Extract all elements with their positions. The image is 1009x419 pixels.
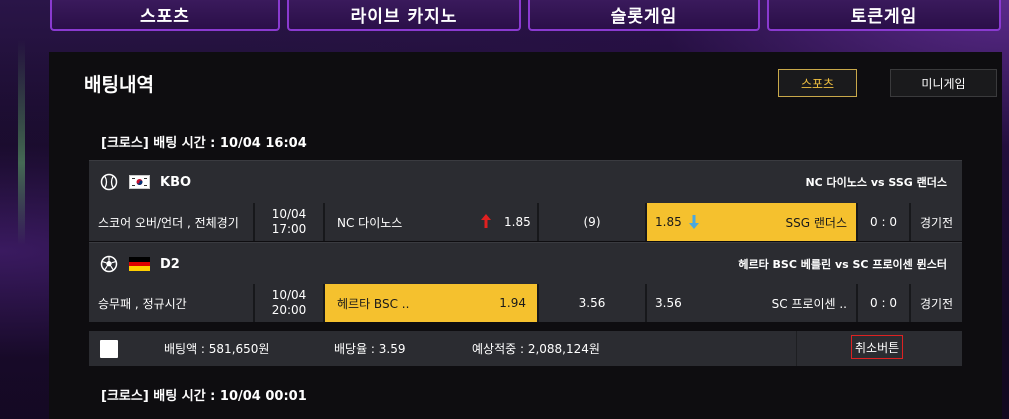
top-navigation: 스포츠 라이브 카지노 슬롯게임 토큰게임 bbox=[48, 0, 1009, 34]
decorative-light-bar bbox=[18, 40, 25, 245]
league-name: D2 bbox=[160, 256, 180, 272]
match-title: NC 다이노스 vs SSG 랜더스 bbox=[805, 176, 947, 189]
match-title: 헤르타 BSC 베를린 vs SC 프로이센 뮌스터 bbox=[738, 258, 947, 271]
league-name: KBO bbox=[160, 174, 192, 190]
nav-sports[interactable]: 스포츠 bbox=[50, 0, 280, 31]
match-odds-row: 스코어 오버/언더 , 전체경기 10/04 17:00 NC 다이노스 1.8… bbox=[89, 203, 962, 241]
match-score: 0 : 0 bbox=[858, 284, 909, 322]
home-team: 헤르타 BSC .. bbox=[337, 296, 410, 311]
divider bbox=[796, 331, 797, 366]
home-odds: 1.94 bbox=[499, 296, 526, 310]
nav-slot-games[interactable]: 슬롯게임 bbox=[528, 0, 760, 31]
match-time: 20:00 bbox=[271, 303, 307, 317]
nav-token-games[interactable]: 토큰게임 bbox=[767, 0, 1001, 31]
market-type: 승무패 , 정규시간 bbox=[89, 284, 253, 322]
home-odds-button[interactable]: 헤르타 BSC .. 1.94 bbox=[325, 284, 537, 322]
germany-flag-icon bbox=[129, 257, 150, 271]
baseball-icon bbox=[99, 172, 119, 192]
market-type: 스코어 오버/언더 , 전체경기 bbox=[89, 203, 253, 241]
bet-header: [크로스] 배팅 시간 : 10/04 16:04 bbox=[101, 136, 307, 151]
south-korea-flag-icon bbox=[129, 175, 150, 189]
tab-sports[interactable]: 스포츠 bbox=[778, 69, 857, 97]
match-status: 경기전 bbox=[911, 284, 962, 322]
away-odds: 3.56 bbox=[655, 296, 682, 310]
handicap-value: (9) bbox=[539, 203, 645, 241]
match-time: 17:00 bbox=[271, 222, 307, 236]
home-odds-button[interactable]: NC 다이노스 1.85 bbox=[325, 203, 537, 241]
soccer-ball-icon bbox=[99, 254, 119, 274]
league-row: D2 헤르타 BSC 베를린 vs SC 프로이센 뮌스터 bbox=[89, 242, 962, 285]
draw-odds-button[interactable]: 3.56 bbox=[539, 284, 645, 322]
page-title: 배팅내역 bbox=[84, 74, 154, 96]
bet-summary-row: 배팅액 : 581,650원 배당율 : 3.59 예상적중 : 2,088,1… bbox=[89, 331, 962, 366]
home-odds: 1.85 bbox=[504, 215, 531, 229]
match-score: 0 : 0 bbox=[858, 203, 909, 241]
arrow-down-icon bbox=[689, 215, 699, 232]
bet-header: [크로스] 배팅 시간 : 10/04 00:01 bbox=[101, 389, 307, 404]
away-odds-button[interactable]: 3.56 SC 프로이센 .. bbox=[647, 284, 856, 322]
expected-win: 예상적중 : 2,088,124원 bbox=[472, 342, 600, 356]
home-team: NC 다이노스 bbox=[337, 215, 403, 230]
away-team: SC 프로이센 .. bbox=[771, 296, 847, 311]
select-checkbox[interactable] bbox=[100, 339, 118, 358]
nav-live-casino[interactable]: 라이브 카지노 bbox=[287, 0, 521, 31]
tab-mini-games[interactable]: 미니게임 bbox=[890, 69, 997, 97]
match-date: 10/04 bbox=[271, 207, 307, 221]
match-odds-row: 승무패 , 정규시간 10/04 20:00 헤르타 BSC .. 1.94 3… bbox=[89, 284, 962, 322]
match-datetime: 10/04 20:00 bbox=[255, 284, 323, 322]
match-date: 10/04 bbox=[271, 288, 307, 302]
away-team: SSG 랜더스 bbox=[785, 215, 847, 230]
away-odds-button[interactable]: 1.85 SSG 랜더스 bbox=[647, 203, 856, 241]
bet-amount: 배팅액 : 581,650원 bbox=[164, 342, 270, 356]
match-status: 경기전 bbox=[911, 203, 962, 241]
bet-odds: 배당율 : 3.59 bbox=[334, 342, 406, 356]
league-row: KBO NC 다이노스 vs SSG 랜더스 bbox=[89, 160, 962, 203]
away-odds: 1.85 bbox=[655, 215, 682, 229]
arrow-up-icon bbox=[481, 214, 491, 231]
cancel-bet-button[interactable]: 취소버튼 bbox=[851, 335, 904, 359]
betting-history-panel: 배팅내역 스포츠 미니게임 [크로스] 배팅 시간 : 10/04 16:04 … bbox=[49, 52, 1002, 419]
match-datetime: 10/04 17:00 bbox=[255, 203, 323, 241]
